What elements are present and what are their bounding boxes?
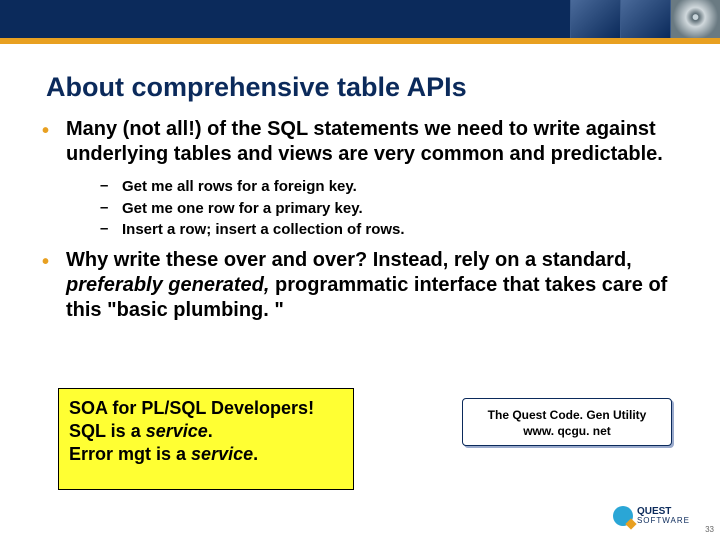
bullet-marker: • [42, 248, 66, 323]
quest-logo: QUEST SOFTWARE [613, 506, 690, 526]
slide-title: About comprehensive table APIs [0, 44, 720, 109]
sub-bullet-text: Get me all rows for a foreign key. [122, 177, 357, 197]
sub-bullet-text: Insert a row; insert a collection of row… [122, 220, 405, 240]
header-band [0, 0, 720, 44]
bullet-text: Why write these over and over? Instead, … [66, 248, 680, 323]
page-number: 33 [705, 525, 714, 534]
header-tile-eye [670, 0, 720, 38]
soa-line2: SQL is a service. [69, 420, 343, 443]
bullet-level1: • Many (not all!) of the SQL statements … [42, 117, 680, 167]
bullet-level2: – Get me one row for a primary key. [100, 199, 680, 219]
dash-marker: – [100, 220, 122, 240]
quest-callout-box: The Quest Code. Gen Utility www. qcgu. n… [462, 398, 672, 446]
dash-marker: – [100, 177, 122, 197]
header-tile [570, 0, 620, 38]
soa-line1: SOA for PL/SQL Developers! [69, 397, 343, 420]
bullet-level2: – Get me all rows for a foreign key. [100, 177, 680, 197]
quest-logo-icon [613, 506, 633, 526]
quest-logo-text: QUEST SOFTWARE [637, 507, 690, 525]
soa-line3: Error mgt is a service. [69, 443, 343, 466]
bullet-text: Many (not all!) of the SQL statements we… [66, 117, 680, 167]
sub-bullet-list: – Get me all rows for a foreign key. – G… [42, 171, 680, 248]
dash-marker: – [100, 199, 122, 219]
bullet-level2: – Insert a row; insert a collection of r… [100, 220, 680, 240]
bullet-level1: • Why write these over and over? Instead… [42, 248, 680, 323]
quest-line1: The Quest Code. Gen Utility [469, 407, 665, 423]
sub-bullet-text: Get me one row for a primary key. [122, 199, 363, 219]
header-tile [620, 0, 670, 38]
header-decoration [570, 0, 720, 38]
content-area: • Many (not all!) of the SQL statements … [0, 109, 720, 323]
soa-callout-box: SOA for PL/SQL Developers! SQL is a serv… [58, 388, 354, 490]
bullet-marker: • [42, 117, 66, 167]
quest-line2: www. qcgu. net [469, 423, 665, 439]
